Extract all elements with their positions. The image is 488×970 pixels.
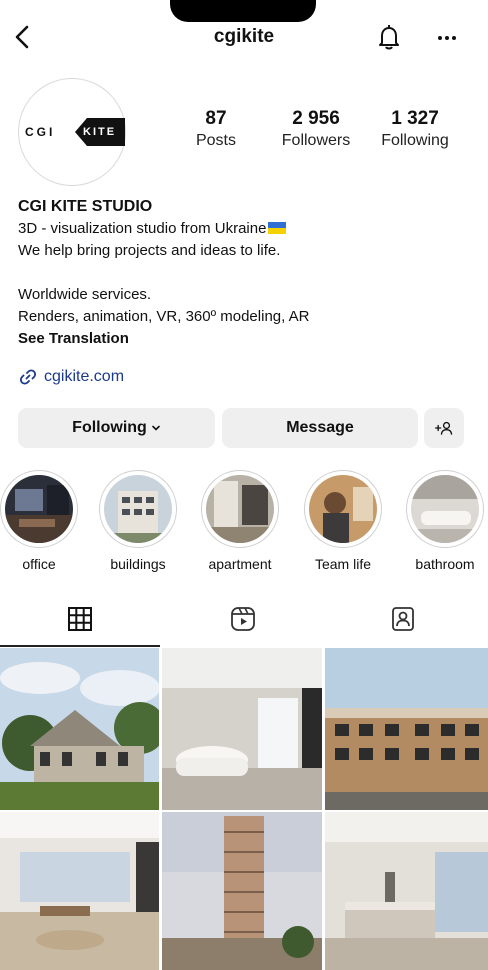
profile-display-name: CGI KITE STUDIO: [18, 198, 153, 215]
followers-label: Followers: [281, 132, 351, 149]
following-button-label: Following: [72, 419, 147, 436]
active-tab-indicator: [0, 645, 160, 647]
highlight-label: apartment: [208, 556, 272, 572]
highlight-team-life[interactable]: Team life: [298, 470, 388, 572]
highlight-ring: [0, 470, 78, 548]
highlight-bathroom[interactable]: bathroom: [400, 470, 488, 572]
avatar-logo-left: CGI: [25, 125, 56, 139]
highlight-buildings[interactable]: buildings: [93, 470, 183, 572]
more-horizontal-icon[interactable]: [432, 22, 462, 52]
website-link-text: cgikite.com: [44, 368, 125, 385]
profile-header: cgikite: [0, 18, 488, 58]
highlight-label: buildings: [110, 556, 166, 572]
avatar-logo-right: KITE: [83, 126, 117, 138]
stat-posts[interactable]: 87 Posts: [176, 108, 256, 150]
bio-line-2: We help bring projects and ideas to life…: [18, 242, 281, 259]
bio-line-3: Worldwide services.: [18, 286, 152, 303]
ukraine-flag-icon: [268, 222, 287, 234]
highlight-ring: [201, 470, 279, 548]
highlight-ring: [406, 470, 484, 548]
message-button-label: Message: [286, 419, 354, 436]
highlight-bathroom-image: [411, 475, 479, 543]
highlight-office-image: [5, 475, 73, 543]
bio-spacer: [18, 262, 478, 284]
profile-avatar[interactable]: CGI KITE: [18, 78, 126, 186]
following-button[interactable]: Following: [18, 408, 215, 448]
add-user-button[interactable]: [424, 408, 464, 448]
highlight-ring: [99, 470, 177, 548]
followers-count: 2 956: [292, 108, 340, 129]
highlight-ring: [304, 470, 382, 548]
highlight-buildings-image: [104, 475, 172, 543]
bell-icon[interactable]: [374, 22, 404, 52]
highlight-label: office: [22, 556, 56, 572]
bio-line-4: Renders, animation, VR, 360º modeling, A…: [18, 308, 310, 325]
add-user-icon: [435, 421, 453, 435]
highlight-office[interactable]: office: [0, 470, 84, 572]
profile-username: cgikite: [213, 26, 275, 47]
profile-bio: CGI KITE STUDIO 3D - visualization studi…: [18, 196, 478, 350]
post-thumbnail[interactable]: [162, 812, 322, 970]
reels-icon[interactable]: [228, 604, 258, 634]
stat-following[interactable]: 1 327 Following: [370, 108, 460, 150]
highlight-team-life-image: [309, 475, 377, 543]
website-link[interactable]: cgikite.com: [18, 367, 124, 387]
see-translation-link[interactable]: See Translation: [18, 328, 478, 350]
posts-count: 87: [205, 108, 227, 129]
highlight-apartment-image: [206, 475, 274, 543]
posts-label: Posts: [195, 132, 236, 149]
tagged-icon[interactable]: [388, 604, 418, 634]
post-thumbnail[interactable]: [325, 648, 488, 810]
post-thumbnail[interactable]: [0, 812, 159, 970]
post-thumbnail[interactable]: [325, 812, 488, 970]
highlight-label: bathroom: [415, 556, 475, 572]
message-button[interactable]: Message: [222, 408, 418, 448]
following-count: 1 327: [391, 108, 439, 129]
bio-line-1: 3D - visualization studio from Ukraine: [18, 218, 478, 240]
link-icon: [19, 369, 37, 385]
following-label: Following: [381, 132, 449, 149]
post-thumbnail[interactable]: [0, 648, 159, 810]
chevron-down-icon: [152, 425, 160, 431]
bio-line-1-text: 3D - visualization studio from Ukraine: [18, 220, 267, 237]
highlight-apartment[interactable]: apartment: [195, 470, 285, 572]
highlight-label: Team life: [314, 556, 372, 572]
grid-icon[interactable]: [65, 604, 95, 634]
stat-followers[interactable]: 2 956 Followers: [270, 108, 362, 150]
post-thumbnail[interactable]: [162, 648, 322, 810]
